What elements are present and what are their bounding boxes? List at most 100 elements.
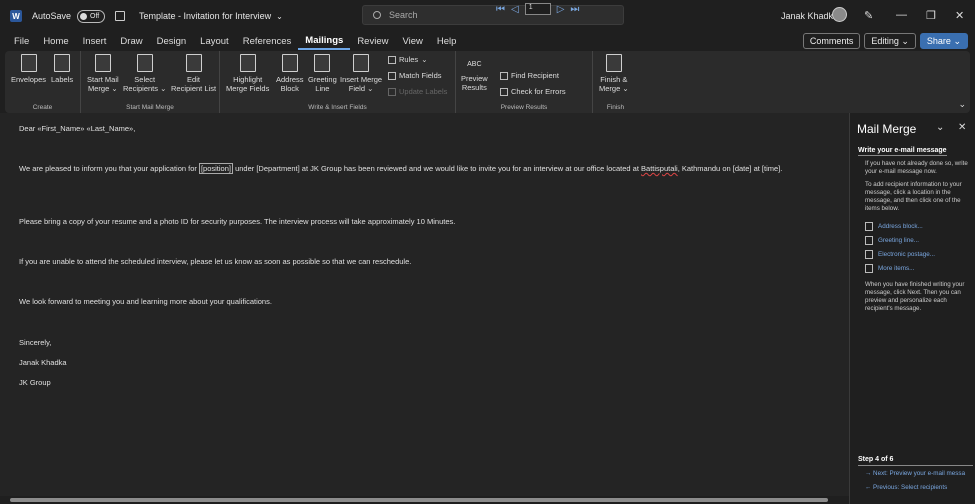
close-pane-icon[interactable]: ✕	[958, 122, 966, 133]
select-recipients-button[interactable]: Select Recipients ⌄	[123, 54, 166, 93]
pane-title: Mail Merge	[857, 122, 917, 136]
edit-recipient-list-button[interactable]: Edit Recipient List	[171, 54, 216, 93]
link-label: Electronic postage...	[878, 251, 936, 258]
more-items-link[interactable]: More items...	[865, 264, 914, 273]
match-fields-icon	[388, 71, 396, 80]
greeting-line-link[interactable]: Greeting line...	[865, 236, 919, 245]
editing-label: Editing	[871, 36, 899, 46]
rules-button[interactable]: Rules ⌄	[388, 55, 427, 64]
tab-file[interactable]: File	[7, 32, 36, 50]
labels-label: Labels	[51, 75, 74, 84]
start-label-2: Merge	[88, 84, 110, 93]
close-icon[interactable]: ✕	[955, 9, 964, 22]
horizontal-scrollbar[interactable]	[0, 496, 849, 504]
group-label-start: Start Mail Merge	[126, 104, 174, 111]
address-block-link[interactable]: Address block...	[865, 222, 923, 231]
comments-label: Comments	[809, 36, 854, 46]
check-errors-button[interactable]: Check for Errors	[500, 87, 566, 96]
tab-insert[interactable]: Insert	[76, 32, 114, 50]
address-block-button[interactable]: Address Block	[276, 54, 304, 93]
more-items-icon	[865, 264, 873, 273]
tab-home[interactable]: Home	[36, 32, 75, 50]
last-record-icon[interactable]: ⏭	[570, 4, 579, 15]
share-button[interactable]: Share ⌄	[919, 33, 968, 49]
record-navigator: ⏮ ◁ 1 ▷ ⏭	[496, 3, 579, 15]
greeting-line-button[interactable]: Greeting Line	[308, 54, 337, 93]
envelopes-button[interactable]: Envelopes	[11, 54, 46, 84]
start-label-1: Start Mail	[87, 75, 119, 84]
preview-results-button[interactable]: ABC Preview Results	[461, 56, 488, 92]
match-label: Match Fields	[399, 71, 442, 80]
group-label-preview: Preview Results	[500, 104, 548, 111]
tab-help[interactable]: Help	[430, 32, 464, 50]
previous-step-link[interactable]: ← Previous: Select recipients	[865, 484, 947, 491]
insert-merge-field-button[interactable]: Insert Merge Field ⌄	[340, 54, 382, 93]
tab-review[interactable]: Review	[350, 32, 395, 50]
avatar[interactable]	[832, 7, 847, 22]
prev-label: Previous: Select recipients	[873, 484, 948, 491]
chevron-down-icon[interactable]: ⌄	[276, 12, 283, 21]
highlight-icon	[239, 54, 256, 72]
link-label: Greeting line...	[878, 237, 919, 244]
tab-view[interactable]: View	[395, 32, 429, 50]
pane-subtitle: Write your e-mail message	[858, 147, 947, 156]
check-icon	[500, 87, 508, 96]
select-label-1: Select	[134, 75, 156, 84]
labels-button[interactable]: Labels	[51, 54, 73, 84]
group-preview-results: ABC Preview Results Find Recipient Check f…	[456, 51, 593, 113]
first-record-icon[interactable]: ⏮	[496, 4, 505, 15]
tab-mailings[interactable]: Mailings	[298, 32, 351, 50]
document-title[interactable]: Template - Invitation for Interview	[139, 11, 271, 21]
editing-button[interactable]: Editing ⌄	[864, 33, 916, 49]
position-placeholder: [position]	[198, 163, 233, 174]
p1-text-c: , Kathmandu on [date] at [time].	[677, 164, 783, 173]
record-number-input[interactable]: 1	[524, 3, 551, 15]
next-step-link[interactable]: → Next: Preview your e-mail messa	[865, 470, 965, 477]
labels-icon	[54, 54, 71, 72]
tab-layout[interactable]: Layout	[193, 32, 236, 50]
comments-button[interactable]: Comments	[802, 33, 861, 49]
highlight-label-2: Merge Fields	[226, 84, 270, 93]
search-placeholder: Search	[389, 10, 418, 20]
save-icon[interactable]	[115, 11, 126, 21]
tab-references[interactable]: References	[236, 32, 299, 50]
group-create: Envelopes Labels Create	[5, 51, 81, 113]
pen-icon[interactable]: ✎	[864, 9, 873, 22]
electronic-postage-link[interactable]: Electronic postage...	[865, 250, 936, 259]
paragraph-4: We look forward to meeting you and learn…	[19, 297, 272, 306]
find-recipient-button[interactable]: Find Recipient	[500, 71, 559, 80]
collapse-ribbon-icon[interactable]: ⌄	[958, 99, 966, 110]
finish-merge-button[interactable]: Finish & Merge ⌄	[599, 54, 629, 93]
match-fields-button[interactable]: Match Fields	[388, 71, 442, 80]
toggle-knob	[80, 12, 88, 20]
search-box[interactable]: Search	[362, 5, 624, 25]
previous-record-icon[interactable]: ◁	[511, 4, 519, 15]
step-divider	[858, 465, 973, 466]
scrollbar-thumb[interactable]	[10, 498, 828, 502]
chevron-down-icon[interactable]: ⌄	[936, 122, 944, 133]
highlight-merge-fields-button[interactable]: Highlight Merge Fields	[226, 54, 269, 93]
mail-merge-icon	[94, 54, 111, 72]
autosave-toggle[interactable]: Off	[77, 9, 106, 23]
update-labels-button[interactable]: Update Labels	[388, 87, 447, 96]
edit-list-icon	[185, 54, 202, 72]
greeting-line-icon	[314, 54, 331, 72]
finish-label-2: Merge	[599, 84, 621, 93]
next-record-icon[interactable]: ▷	[557, 4, 565, 15]
edit-label-2: Recipient List	[171, 84, 217, 93]
tab-draw[interactable]: Draw	[113, 32, 149, 50]
insert-label-1: Insert Merge	[340, 75, 383, 84]
paragraph-1: We are pleased to inform you that your a…	[19, 162, 809, 175]
pane-instructions: To add recipient information to your mes…	[865, 181, 962, 212]
minimize-icon[interactable]: —	[896, 9, 907, 21]
update-labels-icon	[388, 87, 396, 96]
envelope-icon	[20, 54, 37, 72]
group-label-write: Write & Insert Fields	[308, 104, 367, 111]
document-area[interactable]: Dear «First_Name» «Last_Name», We are pl…	[0, 113, 849, 496]
tab-design[interactable]: Design	[150, 32, 194, 50]
address-block-icon	[281, 54, 298, 72]
user-name[interactable]: Janak Khadka	[781, 11, 838, 21]
start-mail-merge-button[interactable]: Start Mail Merge ⌄	[87, 54, 119, 93]
restore-icon[interactable]: ❐	[926, 9, 936, 22]
next-label: Next: Preview your e-mail messa	[873, 470, 966, 477]
